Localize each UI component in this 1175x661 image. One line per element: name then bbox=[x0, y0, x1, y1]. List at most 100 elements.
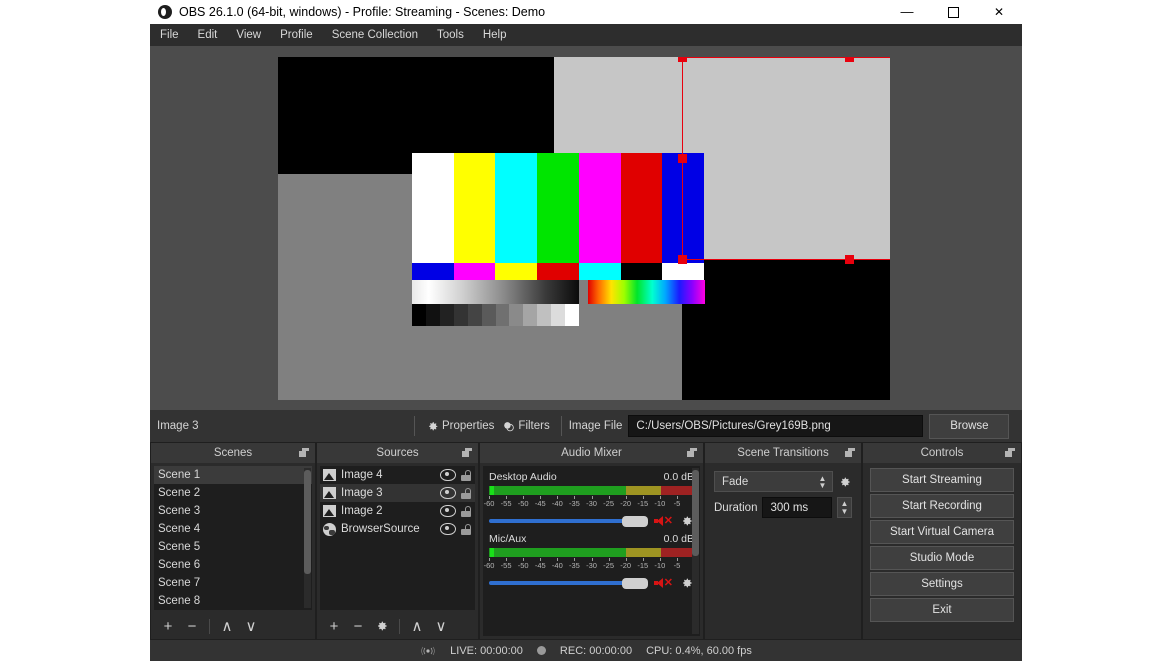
duration-stepper[interactable]: ▲▼ bbox=[837, 497, 852, 518]
menu-item-scene-collection[interactable]: Scene Collection bbox=[323, 26, 427, 44]
slider-knob[interactable] bbox=[622, 516, 648, 527]
unlock-icon[interactable] bbox=[461, 506, 471, 517]
transition-select[interactable]: Fade ▲▼ bbox=[714, 471, 833, 492]
float-dock-icon[interactable] bbox=[299, 448, 309, 457]
volume-slider[interactable] bbox=[489, 516, 647, 526]
chevron-updown-icon[interactable]: ▲▼ bbox=[816, 474, 829, 490]
eye-icon[interactable] bbox=[440, 487, 456, 499]
scene-list-item[interactable]: Scene 2 bbox=[154, 484, 312, 502]
resize-handle-s[interactable] bbox=[845, 255, 854, 264]
menu-item-edit[interactable]: Edit bbox=[189, 26, 227, 44]
scene-list-item[interactable]: Scene 1 bbox=[154, 466, 312, 484]
eye-icon[interactable] bbox=[440, 523, 456, 535]
maximize-button[interactable] bbox=[930, 0, 976, 24]
control-button-start-recording[interactable]: Start Recording bbox=[870, 494, 1014, 518]
meter-tick-label: -55 bbox=[501, 561, 512, 570]
color-bar-alt-0 bbox=[412, 263, 454, 280]
resize-handle-n[interactable] bbox=[845, 57, 854, 62]
source-list-item[interactable]: BrowserSource bbox=[320, 520, 475, 538]
move-scene-up-button[interactable]: ∧ bbox=[216, 616, 238, 636]
scene-list-item[interactable]: Scene 5 bbox=[154, 538, 312, 556]
scene-label: Scene 4 bbox=[158, 523, 200, 535]
obs-window: OBS 26.1.0 (64-bit, windows) - Profile: … bbox=[150, 0, 1022, 661]
control-button-studio-mode[interactable]: Studio Mode bbox=[870, 546, 1014, 570]
mute-speaker-icon[interactable]: ✕ bbox=[654, 516, 673, 526]
controls-title-label: Controls bbox=[921, 447, 964, 459]
source-list-item[interactable]: Image 4 bbox=[320, 466, 475, 484]
scene-label: Scene 8 bbox=[158, 595, 200, 607]
controls-body: Start StreamingStart RecordingStart Virt… bbox=[866, 466, 1018, 636]
meter-tick-label: -10 bbox=[654, 499, 665, 508]
obs-logo-icon bbox=[158, 5, 172, 19]
unlock-icon[interactable] bbox=[461, 470, 471, 481]
selection-bounding-box[interactable] bbox=[682, 57, 890, 260]
color-bar-4 bbox=[579, 153, 621, 263]
meter-tick-label: -20 bbox=[620, 561, 631, 570]
menu-item-profile[interactable]: Profile bbox=[271, 26, 322, 44]
add-scene-button[interactable]: + bbox=[157, 616, 179, 636]
preview-canvas[interactable] bbox=[278, 57, 890, 400]
scene-list-item[interactable]: Scene 7 bbox=[154, 574, 312, 592]
scene-list-item[interactable]: Scene 4 bbox=[154, 520, 312, 538]
live-broadcast-icon bbox=[420, 646, 436, 656]
transition-settings-button[interactable] bbox=[838, 475, 852, 489]
source-list-item[interactable]: Image 2 bbox=[320, 502, 475, 520]
float-dock-icon[interactable] bbox=[845, 448, 855, 457]
sources-title-label: Sources bbox=[376, 447, 418, 459]
peak-indicator bbox=[490, 548, 494, 557]
scenes-scrollbar-thumb[interactable] bbox=[304, 470, 311, 574]
color-bar-alt-3 bbox=[537, 263, 579, 280]
scene-list-item[interactable]: Scene 6 bbox=[154, 556, 312, 574]
float-dock-icon[interactable] bbox=[1005, 448, 1015, 457]
browse-button[interactable]: Browse bbox=[929, 414, 1009, 439]
color-bar-alt-2 bbox=[495, 263, 537, 280]
record-dot-icon bbox=[537, 646, 546, 655]
move-source-up-button[interactable]: ∧ bbox=[406, 616, 428, 636]
control-button-start-virtual-camera[interactable]: Start Virtual Camera bbox=[870, 520, 1014, 544]
grey-step-11 bbox=[565, 304, 579, 326]
duration-input[interactable]: 300 ms bbox=[762, 497, 832, 518]
unlock-icon[interactable] bbox=[461, 524, 471, 535]
volume-slider[interactable] bbox=[489, 578, 647, 588]
unlock-icon[interactable] bbox=[461, 488, 471, 499]
resize-handle-w[interactable] bbox=[678, 154, 687, 163]
remove-scene-button[interactable]: − bbox=[181, 616, 203, 636]
add-source-button[interactable]: + bbox=[323, 616, 345, 636]
source-properties-button[interactable] bbox=[371, 616, 393, 636]
scene-list-item[interactable]: Scene 8 bbox=[154, 592, 312, 610]
properties-button[interactable]: Properties bbox=[422, 418, 498, 435]
resize-handle-nw[interactable] bbox=[678, 57, 687, 62]
control-button-settings[interactable]: Settings bbox=[870, 572, 1014, 596]
sources-dock: Sources Image 4Image 3Image 2BrowserSour… bbox=[316, 442, 479, 640]
close-button[interactable]: ✕ bbox=[976, 0, 1022, 24]
float-dock-icon[interactable] bbox=[687, 448, 697, 457]
minimize-button[interactable]: — bbox=[884, 0, 930, 24]
move-source-down-button[interactable]: ∨ bbox=[430, 616, 452, 636]
control-button-start-streaming[interactable]: Start Streaming bbox=[870, 468, 1014, 492]
sources-list[interactable]: Image 4Image 3Image 2BrowserSource bbox=[320, 466, 475, 610]
float-dock-icon[interactable] bbox=[462, 448, 472, 457]
scenes-list[interactable]: Scene 1Scene 2Scene 3Scene 4Scene 5Scene… bbox=[154, 466, 312, 610]
meter-tick-label: -25 bbox=[603, 499, 614, 508]
source-list-item[interactable]: Image 3 bbox=[320, 484, 475, 502]
mute-speaker-icon[interactable]: ✕ bbox=[654, 578, 673, 588]
eye-icon[interactable] bbox=[440, 469, 456, 481]
menu-item-help[interactable]: Help bbox=[474, 26, 516, 44]
menu-item-file[interactable]: File bbox=[151, 26, 188, 44]
preview-area[interactable] bbox=[150, 46, 1022, 410]
scene-list-item[interactable]: Scene 3 bbox=[154, 502, 312, 520]
control-button-exit[interactable]: Exit bbox=[870, 598, 1014, 622]
menu-item-view[interactable]: View bbox=[227, 26, 270, 44]
image-file-input[interactable]: C:/Users/OBS/Pictures/Grey169B.png bbox=[628, 415, 923, 437]
move-scene-down-button[interactable]: ∨ bbox=[240, 616, 262, 636]
slider-knob[interactable] bbox=[622, 578, 648, 589]
mixer-body[interactable]: Desktop Audio0.0 dB-60-55-50-45-40-35-30… bbox=[483, 466, 700, 636]
mixer-scrollbar-thumb[interactable] bbox=[692, 470, 699, 556]
remove-source-button[interactable]: − bbox=[347, 616, 369, 636]
filters-button[interactable]: Filters bbox=[498, 418, 553, 435]
meter-yellow bbox=[626, 486, 661, 495]
menu-item-tools[interactable]: Tools bbox=[428, 26, 473, 44]
status-bar: LIVE: 00:00:00 REC: 00:00:00 CPU: 0.4%, … bbox=[150, 640, 1022, 661]
eye-icon[interactable] bbox=[440, 505, 456, 517]
resize-handle-sw[interactable] bbox=[678, 255, 687, 264]
